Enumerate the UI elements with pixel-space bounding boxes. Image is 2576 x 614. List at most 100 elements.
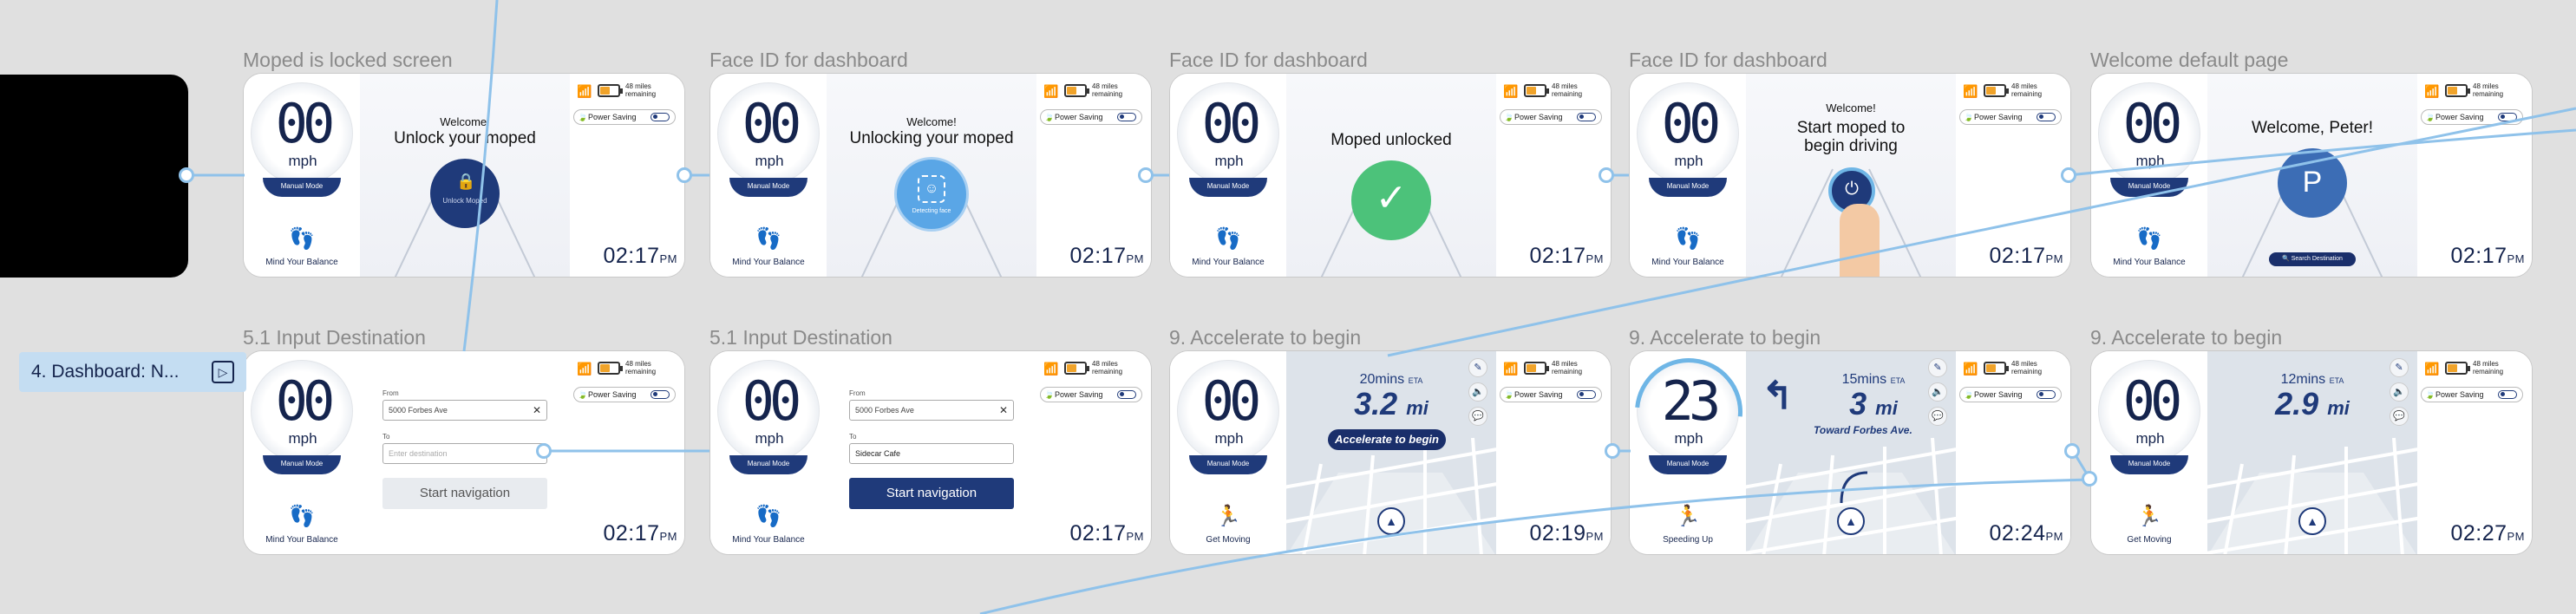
mode-badge[interactable]: Manual Mode: [1649, 178, 1727, 197]
battery-icon: [1524, 362, 1549, 375]
power-saving-toggle[interactable]: 🍃 Power Saving: [2421, 109, 2523, 125]
power-saving-toggle[interactable]: 🍃 Power Saving: [1959, 109, 2062, 125]
mode-badge[interactable]: Manual Mode: [2110, 455, 2188, 474]
connector-node[interactable]: [2061, 167, 2076, 183]
connector-node[interactable]: [1605, 443, 1620, 459]
connector-node[interactable]: [179, 167, 194, 183]
edit-icon[interactable]: ✎: [1928, 358, 1947, 377]
from-field[interactable]: 5000 Forbes Ave ✕: [849, 400, 1014, 421]
connector-node[interactable]: [536, 443, 552, 459]
navigation-map[interactable]: 12mins ETA 2.9 mi ✎ 🔈 💬 ▲: [2207, 351, 2417, 554]
volume-icon[interactable]: 🔈: [2390, 382, 2409, 402]
start-navigation-button[interactable]: Start navigation: [382, 478, 547, 509]
to-field[interactable]: Enter destination: [382, 443, 547, 464]
chat-icon[interactable]: 💬: [1468, 407, 1487, 426]
clock-time: 02:27: [2450, 521, 2507, 545]
toggle-switch[interactable]: [1117, 390, 1136, 399]
mode-badge[interactable]: Manual Mode: [263, 178, 341, 197]
volume-icon[interactable]: 🔈: [1928, 382, 1947, 402]
clock-time: 02:17: [1989, 244, 2046, 268]
clear-icon[interactable]: ✕: [533, 401, 541, 420]
left-panel: 00 mph Manual Mode 👣 Mind Your Balance: [2091, 74, 2207, 277]
clear-icon[interactable]: ✕: [999, 401, 1008, 420]
power-saving-toggle[interactable]: 🍃 Power Saving: [1500, 109, 1602, 125]
chat-icon[interactable]: 💬: [1928, 407, 1947, 426]
prototype-play-icon[interactable]: ▷: [212, 361, 234, 383]
screen-accelerate-begin[interactable]: 00 mph Manual Mode 🏃 Get Moving 20mins E…: [1169, 350, 1612, 555]
mode-badge[interactable]: Manual Mode: [263, 455, 341, 474]
power-saving-toggle[interactable]: 🍃 Power Saving: [573, 387, 676, 402]
avatar-initial: P: [2302, 166, 2323, 199]
chat-icon[interactable]: 💬: [2390, 407, 2409, 426]
edit-icon[interactable]: ✎: [2390, 358, 2409, 377]
connector-node[interactable]: [2064, 443, 2080, 459]
mode-badge[interactable]: Manual Mode: [1189, 455, 1267, 474]
power-saving-toggle[interactable]: 🍃 Power Saving: [1959, 387, 2062, 402]
footprints-icon: 👣: [1675, 227, 1701, 251]
toggle-switch[interactable]: [651, 113, 670, 121]
eta-label: ETA: [1890, 376, 1906, 385]
speed-value: 00: [1201, 369, 1262, 433]
connector-node[interactable]: [1138, 167, 1154, 183]
mode-badge[interactable]: Manual Mode: [729, 455, 807, 474]
edit-icon[interactable]: ✎: [1468, 358, 1487, 377]
left-panel: 00 mph Manual Mode 🏃 Get Moving: [2091, 351, 2207, 554]
from-field[interactable]: 5000 Forbes Ave ✕: [382, 400, 547, 421]
toggle-switch[interactable]: [651, 390, 670, 399]
search-destination-button[interactable]: 🔍 Search Destination: [2269, 252, 2356, 266]
toggle-switch[interactable]: [2498, 113, 2517, 121]
mode-badge[interactable]: Manual Mode: [1189, 178, 1267, 197]
toggle-switch[interactable]: [1577, 390, 1596, 399]
power-saving-toggle[interactable]: 🍃 Power Saving: [573, 109, 676, 125]
black-frame[interactable]: [0, 75, 188, 278]
battery-icon: [1064, 84, 1089, 97]
toggle-switch[interactable]: [1117, 113, 1136, 121]
search-icon: 🔍: [2282, 256, 2290, 262]
to-field[interactable]: Sidecar Cafe: [849, 443, 1014, 464]
screen-start-moped[interactable]: 00 mph Manual Mode 👣 Mind Your Balance W…: [1629, 73, 2071, 278]
speed-unit: mph: [755, 430, 784, 447]
connector-node[interactable]: [2082, 471, 2097, 487]
screen-input-destination-empty[interactable]: 00 mph Manual Mode 👣 Mind Your Balance F…: [243, 350, 685, 555]
status-label: Get Moving: [1206, 535, 1251, 545]
mode-badge[interactable]: Manual Mode: [1649, 455, 1727, 474]
clock: 02:24PM: [1989, 521, 2063, 546]
power-saving-label: Power Saving: [1974, 113, 2023, 121]
welcome-text: Welcome!: [906, 115, 957, 128]
volume-icon[interactable]: 🔈: [1468, 382, 1487, 402]
toggle-switch[interactable]: [2037, 113, 2056, 121]
connector-node[interactable]: [677, 167, 692, 183]
clock-time: 02:24: [1989, 521, 2046, 545]
screen-face-id-scanning[interactable]: 00 mph Manual Mode 👣 Mind Your Balance W…: [709, 73, 1152, 278]
power-saving-toggle[interactable]: 🍃 Power Saving: [1040, 109, 1142, 125]
toggle-switch[interactable]: [2498, 390, 2517, 399]
toggle-switch[interactable]: [2037, 390, 2056, 399]
mode-badge[interactable]: Manual Mode: [2110, 178, 2188, 197]
screen-input-destination-filled[interactable]: 00 mph Manual Mode 👣 Mind Your Balance F…: [709, 350, 1152, 555]
screen-moped-unlocked[interactable]: 00 mph Manual Mode 👣 Mind Your Balance M…: [1169, 73, 1612, 278]
avatar[interactable]: P: [2278, 148, 2347, 218]
right-panel: 📶 48 miles remaining 🍃 Power Saving 02:17…: [1956, 74, 2070, 277]
flow-label-pill[interactable]: 4. Dashboard: N... ▷: [19, 352, 246, 392]
left-panel: 23 mph Manual Mode 🏃 Speeding Up: [1630, 351, 1765, 554]
left-panel: 00 mph Manual Mode 👣 Mind Your Balance: [710, 351, 827, 554]
speed-value: 00: [742, 369, 802, 433]
connector-node[interactable]: [1599, 167, 1614, 183]
power-saving-toggle[interactable]: 🍃 Power Saving: [1500, 387, 1602, 402]
unlock-button[interactable]: 🔒 Unlock Moped: [430, 159, 500, 228]
speedometer: 23 mph: [1630, 351, 1765, 488]
power-saving-toggle[interactable]: 🍃 Power Saving: [2421, 387, 2523, 402]
screen-welcome-default[interactable]: 00 mph Manual Mode 👣 Mind Your Balance W…: [2090, 73, 2533, 278]
clock: 02:27PM: [2450, 521, 2525, 546]
navigation-map[interactable]: 20mins ETA 3.2 mi Accelerate to begin ✎ …: [1286, 351, 1496, 554]
mode-badge[interactable]: Manual Mode: [729, 178, 807, 197]
screen-speeding-up[interactable]: 23 mph Manual Mode 🏃 Speeding Up ↰ 15min…: [1629, 350, 2071, 555]
toggle-switch[interactable]: [1577, 113, 1596, 121]
power-saving-toggle[interactable]: 🍃 Power Saving: [1040, 387, 1142, 402]
left-panel: 00 mph Manual Mode 👣 Mind Your Balance: [244, 74, 360, 277]
screen-get-moving[interactable]: 00 mph Manual Mode 🏃 Get Moving 12mins E…: [2090, 350, 2533, 555]
start-navigation-button[interactable]: Start navigation: [849, 478, 1014, 509]
speed-value: 00: [742, 92, 802, 155]
screen-moped-locked[interactable]: 00 mph Manual Mode 👣 Mind Your Balance W…: [243, 73, 685, 278]
navigation-map[interactable]: ↰ 15mins ETA 3 mi Toward Forbes Ave. ✎ 🔈…: [1746, 351, 1956, 554]
